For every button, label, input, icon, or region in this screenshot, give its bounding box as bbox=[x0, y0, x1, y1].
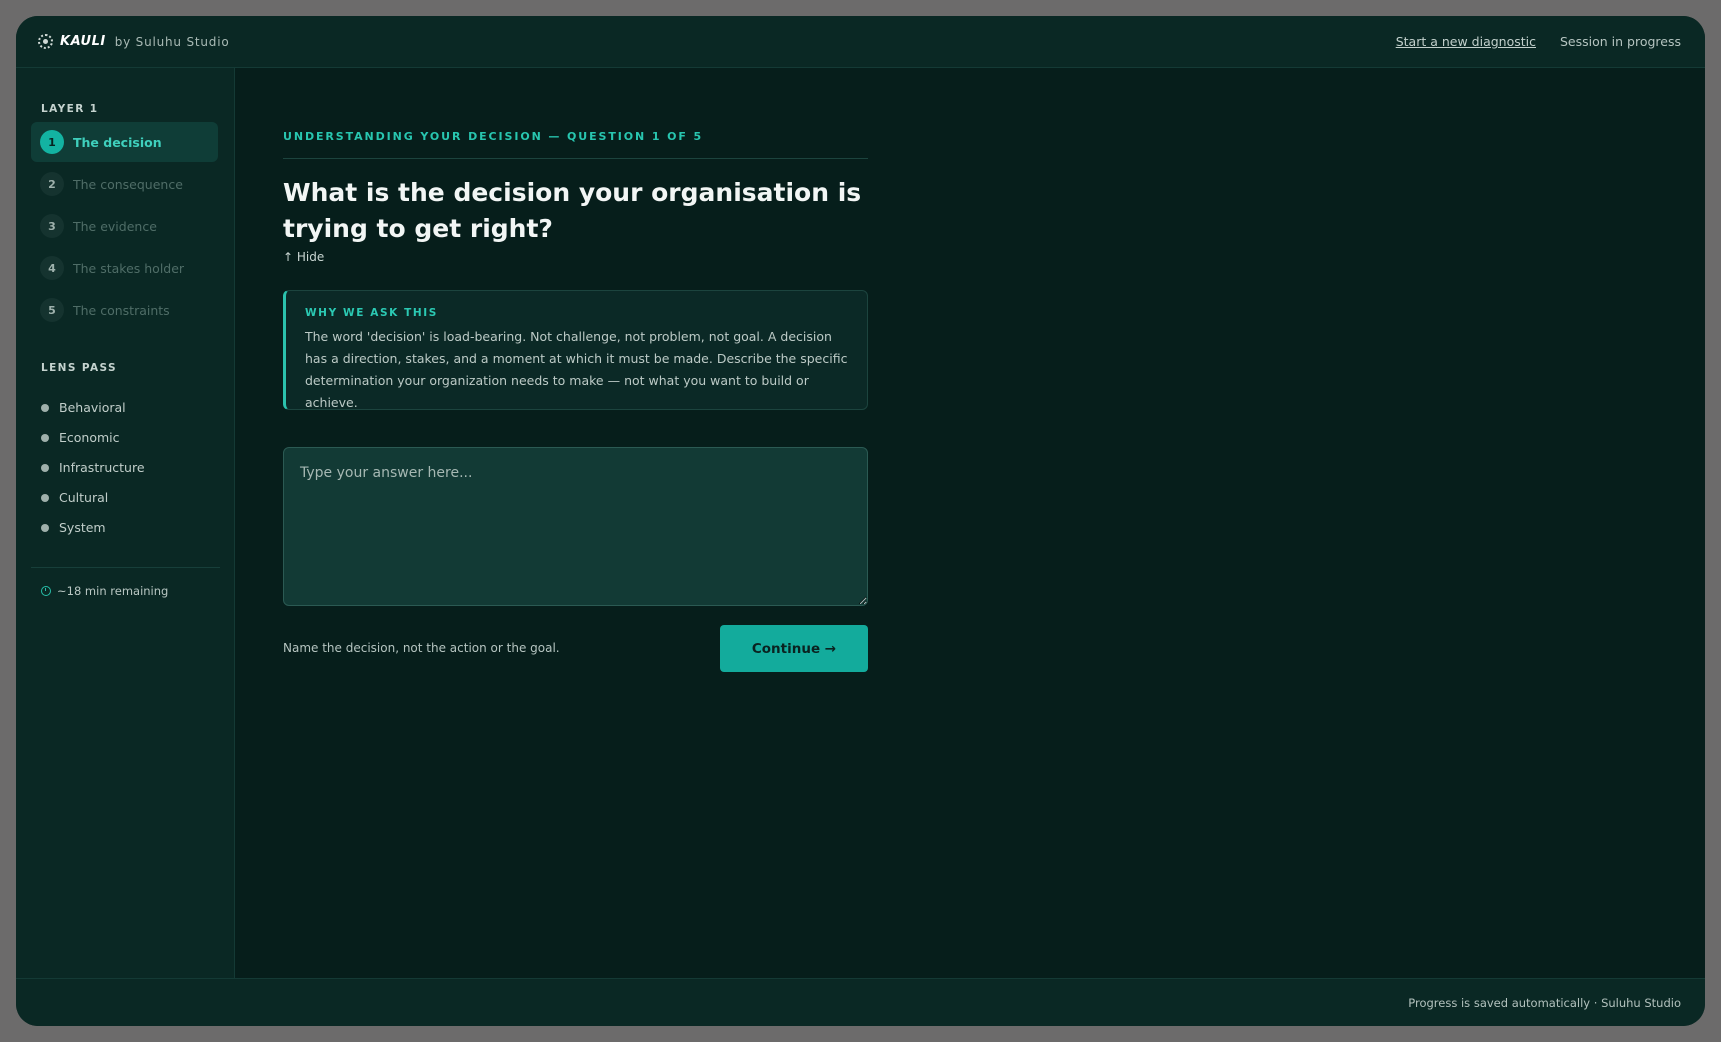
app-window: KAULI by Suluhu Studio Start a new diagn… bbox=[16, 16, 1705, 1026]
step-number: 2 bbox=[40, 172, 64, 196]
lens-label: Cultural bbox=[59, 490, 109, 505]
lens-pass-label: LENS PASS bbox=[41, 362, 117, 374]
lens-item-system: System bbox=[41, 520, 106, 535]
session-status: Session in progress bbox=[1560, 34, 1681, 49]
sidebar-step-decision[interactable]: 1 The decision bbox=[31, 122, 218, 162]
question-eyebrow: UNDERSTANDING YOUR DECISION — QUESTION 1… bbox=[283, 130, 704, 143]
time-remaining: ~18 min remaining bbox=[41, 584, 168, 598]
question-title: What is the decision your organisation i… bbox=[283, 178, 862, 243]
footer-text: Progress is saved automatically · Suluhu… bbox=[1408, 995, 1681, 1010]
time-remaining-text: ~18 min remaining bbox=[57, 584, 169, 598]
footer: Progress is saved automatically · Suluhu… bbox=[16, 978, 1705, 1026]
lens-item-cultural: Cultural bbox=[41, 490, 108, 505]
step-label: The stakes holder bbox=[73, 260, 185, 276]
hide-explanation-toggle[interactable]: ↑ Hide bbox=[283, 250, 324, 264]
answer-input[interactable] bbox=[283, 447, 868, 606]
why-we-ask-title: WHY WE ASK THIS bbox=[305, 307, 438, 319]
sidebar-step-consequence[interactable]: 2 The consequence bbox=[31, 164, 218, 204]
top-bar: KAULI by Suluhu Studio Start a new diagn… bbox=[16, 16, 1705, 68]
bullet-dot-icon bbox=[41, 493, 49, 502]
sidebar-step-evidence[interactable]: 3 The evidence bbox=[31, 206, 218, 246]
lens-label: Behavioral bbox=[59, 400, 126, 415]
bullet-dot-icon bbox=[41, 463, 49, 472]
bullet-dot-icon bbox=[41, 403, 49, 412]
kauli-logo-icon bbox=[38, 34, 53, 49]
continue-button[interactable]: Continue → bbox=[720, 625, 868, 672]
why-we-ask-body: The word 'decision' is load-bearing. Not… bbox=[305, 329, 848, 410]
bullet-dot-icon bbox=[41, 523, 49, 532]
layer-label: LAYER 1 bbox=[41, 103, 99, 115]
step-label: The consequence bbox=[73, 176, 183, 192]
why-we-ask-box: WHY WE ASK THIS The word 'decision' is l… bbox=[283, 290, 868, 410]
lens-label: Infrastructure bbox=[59, 460, 145, 475]
lens-label: System bbox=[59, 520, 106, 535]
sidebar: LAYER 1 1 The decision 2 The consequence… bbox=[16, 68, 235, 978]
sidebar-step-stakes-holder[interactable]: 4 The stakes holder bbox=[31, 248, 218, 288]
sidebar-divider bbox=[31, 567, 220, 568]
sidebar-step-constraints[interactable]: 5 The constraints bbox=[31, 290, 218, 330]
step-number: 3 bbox=[40, 214, 64, 238]
lens-item-infrastructure: Infrastructure bbox=[41, 460, 145, 475]
brand: KAULI by Suluhu Studio bbox=[38, 34, 229, 49]
header-actions: Start a new diagnostic Session in progre… bbox=[1396, 34, 1681, 49]
brand-byline: by Suluhu Studio bbox=[114, 34, 230, 49]
step-number: 4 bbox=[40, 256, 64, 280]
step-label: The constraints bbox=[73, 302, 170, 318]
answer-hint: Name the decision, not the action or the… bbox=[283, 641, 560, 655]
lens-label: Economic bbox=[59, 430, 120, 445]
step-number: 1 bbox=[40, 130, 64, 154]
step-label: The evidence bbox=[73, 218, 157, 234]
eyebrow-divider bbox=[283, 158, 868, 159]
brand-name: KAULI bbox=[60, 34, 106, 49]
step-number: 5 bbox=[40, 298, 64, 322]
step-label: The decision bbox=[73, 134, 162, 150]
lens-item-behavioral: Behavioral bbox=[41, 400, 126, 415]
lens-item-economic: Economic bbox=[41, 430, 120, 445]
start-new-diagnostic-link[interactable]: Start a new diagnostic bbox=[1396, 34, 1536, 49]
clock-icon bbox=[41, 586, 51, 596]
bullet-dot-icon bbox=[41, 433, 49, 442]
